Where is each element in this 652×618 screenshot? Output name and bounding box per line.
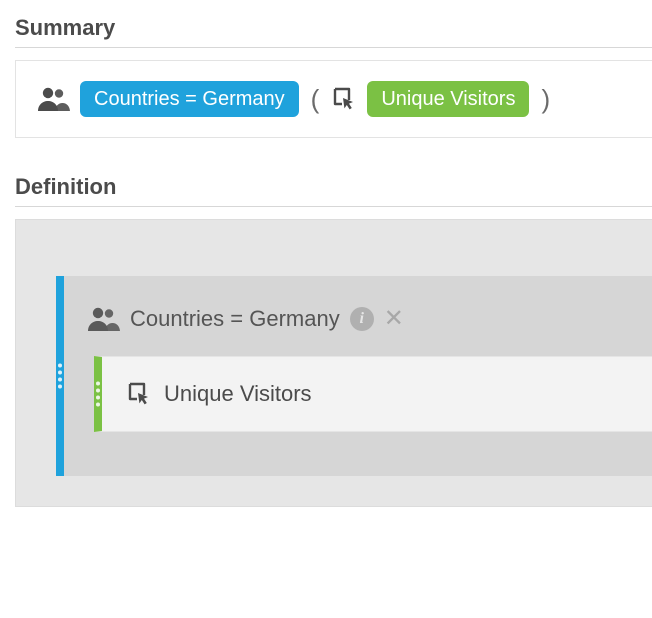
people-icon [36, 86, 70, 112]
cursor-click-icon [331, 86, 357, 112]
paren-close: ) [539, 84, 552, 115]
segment-pill[interactable]: Countries = Germany [80, 81, 299, 117]
info-icon[interactable]: i [350, 307, 374, 331]
segment-container[interactable]: Countries = Germany i ✕ Unique Visitors [56, 276, 652, 476]
drag-handle-icon[interactable] [58, 364, 62, 389]
close-icon[interactable]: ✕ [384, 307, 404, 331]
summary-heading: Summary [15, 15, 652, 48]
metric-label: Unique Visitors [164, 381, 312, 407]
definition-heading: Definition [15, 174, 652, 207]
people-icon [86, 306, 120, 332]
segment-row: Countries = Germany i ✕ [86, 306, 652, 332]
drag-handle-icon[interactable] [96, 382, 100, 407]
metric-pill[interactable]: Unique Visitors [367, 81, 529, 117]
metric-container[interactable]: Unique Visitors [94, 356, 652, 432]
summary-box: Countries = Germany ( Unique Visitors ) [15, 60, 652, 138]
cursor-click-icon [126, 381, 152, 407]
definition-canvas: Countries = Germany i ✕ Unique Visitors [15, 219, 652, 507]
segment-label: Countries = Germany [130, 306, 340, 332]
paren-open: ( [309, 84, 322, 115]
